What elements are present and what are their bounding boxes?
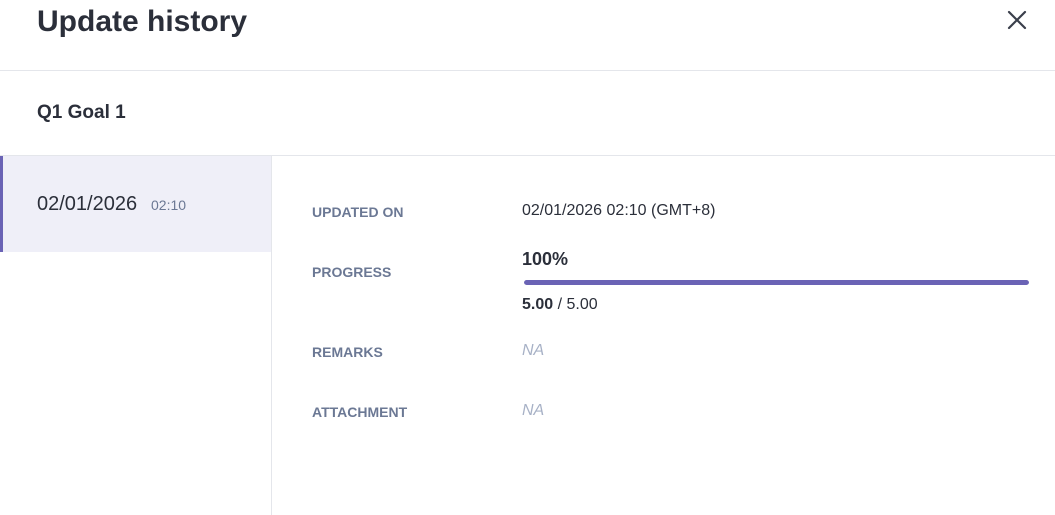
progress-value: 5.00 / 5.00 [522, 295, 598, 315]
history-date: 02/01/2026 [37, 193, 138, 215]
remarks-label: REMARKS [312, 344, 383, 360]
update-details: UPDATED ON 02/01/2026 02:10 (GMT+8) PROG… [272, 156, 1055, 515]
progress-current: 5.00 [522, 296, 554, 313]
attachment-label: ATTACHMENT [312, 404, 408, 420]
progress-separator: / [553, 296, 567, 313]
progress-target: 5.00 [566, 296, 598, 313]
update-history-modal: Update history Q1 Goal 1 02/01/2026 02:1… [0, 0, 1055, 515]
progress-percent: 100% [522, 249, 569, 269]
modal-header: Update history [0, 0, 1055, 71]
close-button[interactable] [1001, 4, 1033, 36]
history-time: 02:10 [151, 197, 187, 213]
goal-name: Q1 Goal 1 [37, 102, 126, 123]
modal-title: Update history [37, 5, 248, 38]
goal-bar: Q1 Goal 1 [0, 71, 1055, 156]
history-sidebar: 02/01/2026 02:10 [0, 156, 272, 515]
updated-on-value: 02/01/2026 02:10 (GMT+8) [522, 202, 716, 219]
progress-bar [524, 280, 1029, 285]
attachment-value: NA [522, 402, 545, 419]
close-icon [1007, 10, 1027, 30]
history-item-selected[interactable]: 02/01/2026 02:10 [0, 156, 271, 252]
progress-bar-fill [524, 280, 1029, 285]
updated-on-label: UPDATED ON [312, 204, 404, 220]
progress-label: PROGRESS [312, 264, 392, 280]
remarks-value: NA [522, 342, 545, 359]
